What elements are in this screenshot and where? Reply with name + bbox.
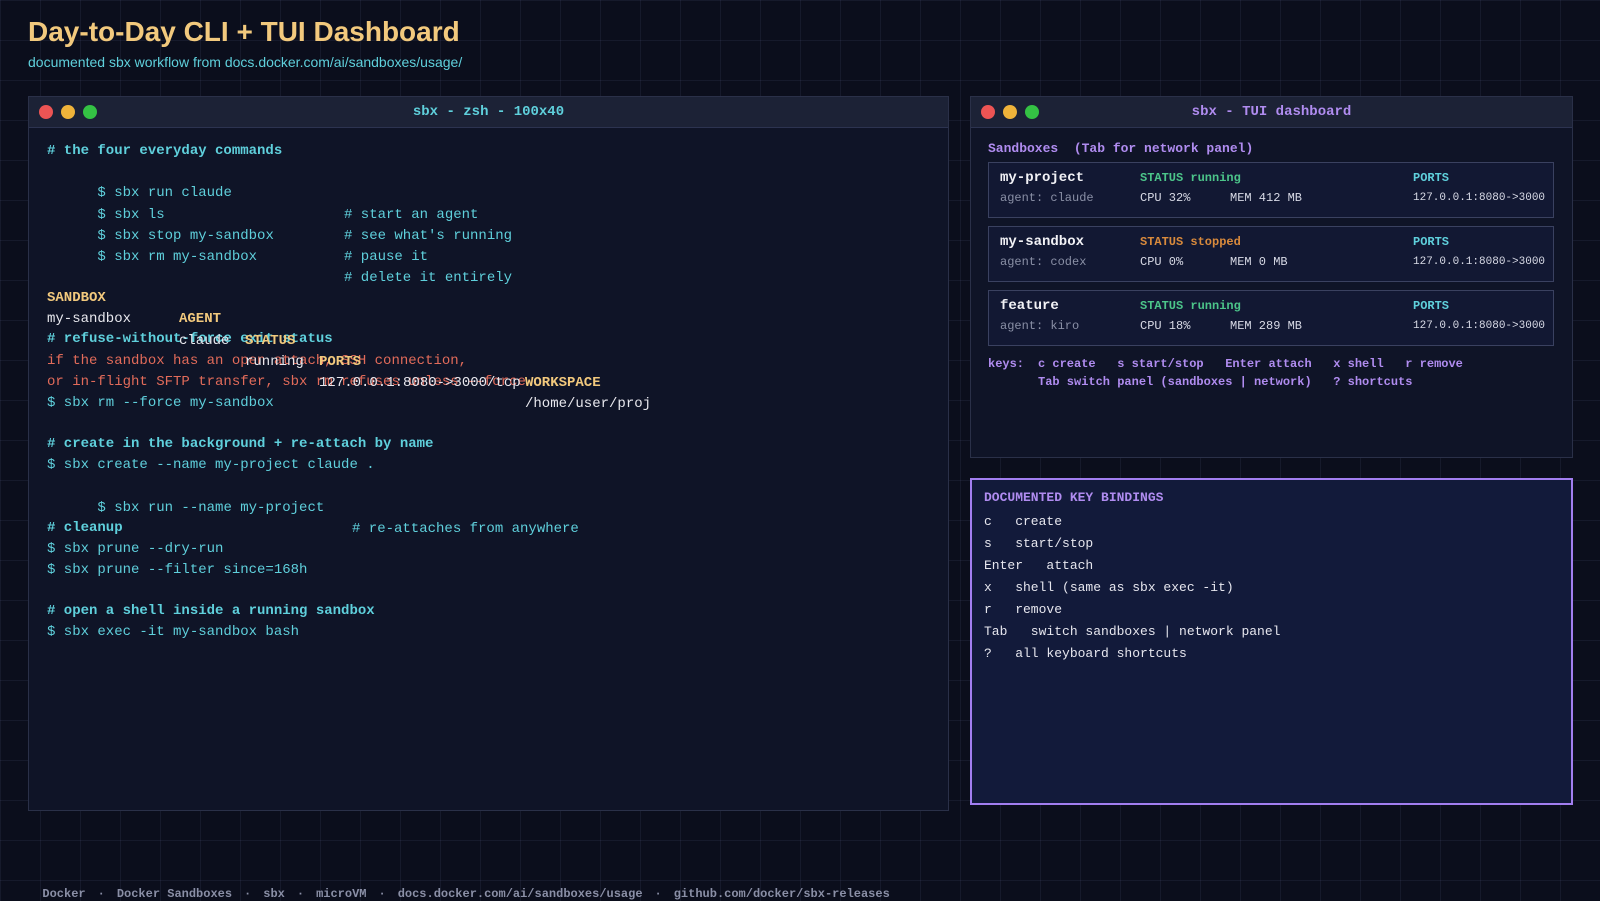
ports-value: 127.0.0.1:8080->3000 [1413,320,1546,332]
footer-item: microVM [316,887,367,901]
comment-line: # open a shell inside a running sandbox [47,603,375,620]
key-binding: c create [984,514,1063,529]
mem-usage: MEM 412 MB [1230,191,1303,205]
ports-value: 127.0.0.1:8080->3000 [1413,256,1546,268]
terminal-output[interactable]: # the four everyday commands $ sbx run c… [29,128,948,644]
mem-usage: MEM 0 MB [1230,255,1288,269]
table-cell: running [245,353,304,370]
separator: · [378,887,386,901]
tui-window[interactable]: sbx - TUI dashboard Sandboxes (Tab for n… [970,96,1573,458]
sandbox-card-feature[interactable]: feature agent: kiro STATUS running CPU 1… [988,290,1554,346]
keys-hint: Tab switch panel (sandboxes | network) ?… [1038,375,1413,389]
ports-label: PORTS [1413,235,1450,249]
tui-titlebar[interactable]: sbx - TUI dashboard [971,97,1572,128]
cpu-usage: CPU 0% [1140,255,1184,269]
command-line: $ sbx run --name my-project [97,499,325,516]
status-badge: STATUS running [1140,299,1241,313]
footer-link[interactable]: github.com/docker/sbx-releases [674,887,890,901]
keys-label: keys: [988,357,1025,371]
terminal-title: sbx - zsh - 100x40 [412,104,565,120]
key-binding: ? all keyboard shortcuts [984,646,1187,661]
key-binding: Tab switch sandboxes | network panel [984,624,1281,639]
terminal-window[interactable]: sbx - zsh - 100x40 # the four everyday c… [28,96,949,811]
page-title: Day-to-Day CLI + TUI Dashboard [28,16,460,47]
status-badge: STATUS stopped [1140,235,1241,249]
footer-item: Docker [42,887,86,901]
separator: · [654,887,662,901]
key-binding: s start/stop [984,536,1094,551]
separator: · [97,887,105,901]
key-bindings-title: DOCUMENTED KEY BINDINGS [984,490,1164,505]
footer-item: sbx [263,887,285,901]
page-subtitle: documented sbx workflow from docs.docker… [28,54,463,70]
ports-value: 127.0.0.1:8080->3000 [1413,192,1546,204]
sandbox-card-my-project[interactable]: my-project agent: claude STATUS running … [988,162,1554,218]
status-badge: STATUS running [1140,171,1241,185]
sandboxes-header: Sandboxes (Tab for network panel) [988,141,1254,156]
column-header: WORKSPACE [525,374,601,391]
key-bindings-list: c create s start/stop Enter attach x she… [984,511,1280,665]
mem-usage: MEM 289 MB [1230,319,1303,333]
ports-label: PORTS [1413,171,1450,185]
cpu-usage: CPU 32% [1140,191,1191,205]
sandbox-agent: agent: claude [1000,191,1094,205]
inline-comment: # pause it [344,248,429,265]
sandbox-agent: agent: codex [1000,255,1087,269]
terminal-titlebar[interactable]: sbx - zsh - 100x40 [29,97,948,128]
table-cell: /home/user/proj [525,396,652,413]
key-binding: Enter attach [984,558,1094,573]
table-cell: claude [179,332,230,349]
command-line: $ sbx prune --dry-run [47,540,224,557]
table-row: my-sandbox claude running 127.0.0.1:8080… [47,288,930,412]
cpu-usage: CPU 18% [1140,319,1191,333]
key-bindings-panel: DOCUMENTED KEY BINDINGS c create s start… [970,478,1573,805]
column-header: STATUS [245,332,296,349]
table-cell: 127.0.0.1:8080->3000/tcp [319,374,521,391]
separator: · [296,887,305,901]
key-binding: x shell (same as sbx exec -it) [984,580,1234,595]
separator: · [244,887,252,901]
error-line: if the sandbox has an open attach, SSH c… [47,352,468,369]
sandbox-name: my-project [1000,170,1085,186]
column-header: AGENT [179,311,222,328]
ports-label: PORTS [1413,299,1450,313]
footer: Docker · Docker Sandboxes · sbx · microVM · docs… [28,873,890,901]
comment-line: # the four everyday commands [47,143,283,159]
footer-link[interactable]: docs.docker.com/ai/sandboxes/usage [398,887,643,901]
sandbox-agent: agent: kiro [1000,319,1080,333]
footer-item: Docker Sandboxes [116,887,233,901]
command-line: $ sbx rm my-sandbox [97,248,258,265]
sandbox-name: my-sandbox [1000,234,1085,250]
tui-title: sbx - TUI dashboard [1191,104,1352,120]
comment-line: # create in the background + re-attach b… [47,436,434,453]
sandbox-card-my-sandbox[interactable]: my-sandbox agent: codex STATUS stopped C… [988,226,1554,282]
command-line: $ sbx prune --filter since=168h [47,562,308,578]
command-line: $ sbx exec -it my-sandbox bash [47,624,300,641]
key-binding: r remove [984,602,1063,617]
inline-comment: # re-attaches from anywhere [352,520,579,537]
table-header: SANDBOX AGENT STATUS PORTS WORKSPACE [47,267,930,391]
keys-hint: c create s start/stop Enter attach x she… [1038,357,1463,371]
column-header: PORTS [319,353,362,370]
command-line: $ sbx rm --force my-sandbox [47,394,274,411]
sandbox-name: feature [1000,298,1059,314]
table-cell: my-sandbox [47,311,132,328]
command-line: $ sbx create --name my-project claude . [47,457,375,474]
